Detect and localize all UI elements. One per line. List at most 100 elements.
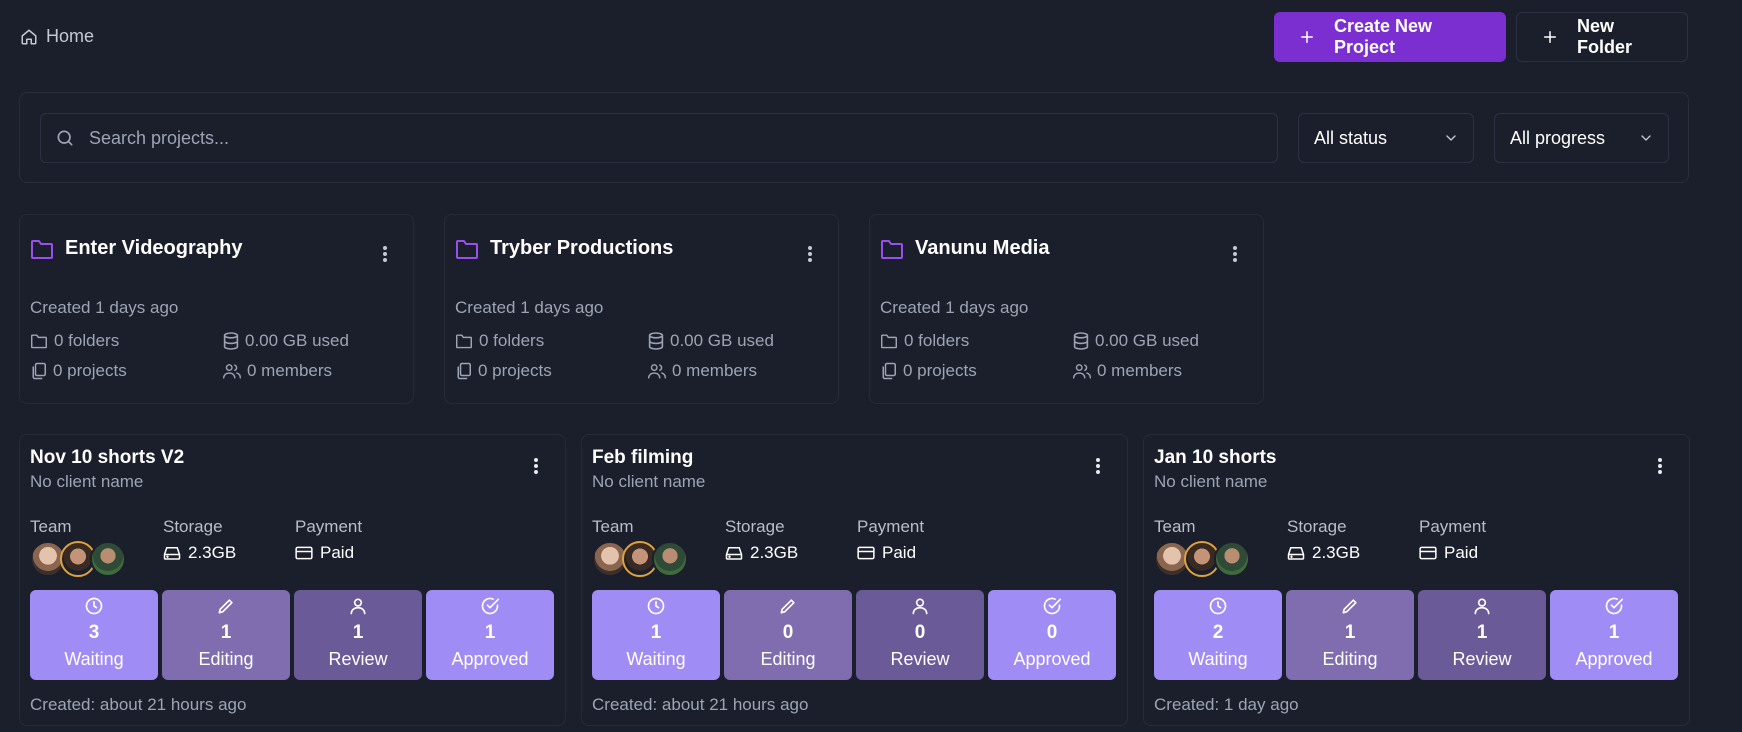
folder-icon [455, 238, 479, 260]
projects-stat: 0 projects [30, 361, 127, 381]
storage-stat: 0.00 GB used [1073, 331, 1199, 351]
avatar [90, 541, 126, 577]
search-icon [55, 128, 75, 148]
status-tile-editing[interactable]: 0 Editing [724, 590, 852, 680]
folder-icon [30, 238, 54, 260]
check-circle-icon [1042, 596, 1062, 616]
new-folder-button[interactable]: New Folder [1516, 12, 1688, 62]
project-title: Nov 10 shorts V2 [30, 447, 185, 468]
more-options-icon[interactable] [382, 245, 388, 263]
clock-icon [646, 596, 666, 616]
status-tile-review[interactable]: 1 Review [294, 590, 422, 680]
projects-stat: 0 projects [880, 361, 977, 381]
team-label: Team [1154, 517, 1196, 536]
status-tile-approved[interactable]: 1 Approved [1550, 590, 1678, 680]
check-circle-icon [480, 596, 500, 616]
payment-status-text: Paid [882, 543, 917, 562]
folder-outline-icon [455, 333, 473, 349]
tile-count: 2 [1212, 622, 1224, 643]
team-avatars[interactable] [1154, 541, 1254, 581]
storage-value-text: 2.3GB [1312, 543, 1361, 562]
folder-card[interactable]: Vanunu Media Created 1 days ago 0 folder… [869, 214, 1264, 404]
status-tile-waiting[interactable]: 3 Waiting [30, 590, 158, 680]
more-options-icon[interactable] [807, 245, 813, 263]
status-tile-approved[interactable]: 1 Approved [426, 590, 554, 680]
tile-label: Waiting [1188, 649, 1248, 669]
search-box[interactable] [40, 113, 1278, 163]
create-new-project-button[interactable]: Create New Project [1274, 12, 1506, 62]
folder-count-stat: 0 folders [880, 331, 969, 351]
filter-panel: All status All progress [19, 92, 1689, 183]
database-icon [1073, 332, 1089, 350]
pencil-icon [1340, 596, 1360, 616]
users-icon [223, 363, 241, 379]
project-title: Feb filming [592, 447, 694, 468]
tile-label: Review [1452, 649, 1512, 669]
user-icon [1472, 596, 1492, 616]
folder-card[interactable]: Enter Videography Created 1 days ago 0 f… [19, 214, 414, 404]
status-tile-review[interactable]: 0 Review [856, 590, 984, 680]
tile-label: Editing [1322, 649, 1378, 669]
database-icon [648, 332, 664, 350]
credit-card-icon [295, 546, 313, 560]
members-count-text: 0 members [1097, 361, 1183, 380]
credit-card-icon [1419, 546, 1437, 560]
payment-status-text: Paid [320, 543, 355, 562]
payment-label: Payment [295, 517, 363, 536]
project-card[interactable]: Jan 10 shorts No client name Team Storag… [1143, 434, 1690, 726]
storage-stat: 0.00 GB used [223, 331, 349, 351]
tile-label: Editing [760, 649, 816, 669]
status-tile-editing[interactable]: 1 Editing [162, 590, 290, 680]
project-card[interactable]: Feb filming No client name Team Storage … [581, 434, 1128, 726]
project-created: Created: 1 day ago [1154, 695, 1299, 714]
avatar [1214, 541, 1250, 577]
tile-label: Review [890, 649, 950, 669]
project-title: Jan 10 shorts [1154, 447, 1277, 468]
copy-icon [30, 362, 47, 380]
folder-title: Vanunu Media [915, 237, 1050, 259]
storage-value: 2.3GB [725, 543, 798, 563]
folder-outline-icon [30, 333, 48, 349]
projects-count-text: 0 projects [903, 361, 977, 380]
check-circle-icon [1604, 596, 1624, 616]
users-icon [648, 363, 666, 379]
breadcrumb[interactable]: Home [20, 26, 94, 47]
folder-card[interactable]: Tryber Productions Created 1 days ago 0 … [444, 214, 839, 404]
status-tile-approved[interactable]: 0 Approved [988, 590, 1116, 680]
tile-label: Editing [198, 649, 254, 669]
storage-used-text: 0.00 GB used [670, 331, 774, 350]
storage-value-text: 2.3GB [188, 543, 237, 562]
more-options-icon[interactable] [533, 457, 539, 475]
status-tile-waiting[interactable]: 1 Waiting [592, 590, 720, 680]
storage-used-text: 0.00 GB used [245, 331, 349, 350]
team-avatars[interactable] [30, 541, 130, 581]
team-avatars[interactable] [592, 541, 692, 581]
status-tile-waiting[interactable]: 2 Waiting [1154, 590, 1282, 680]
folder-count-text: 0 folders [479, 331, 545, 350]
storage-value-text: 2.3GB [750, 543, 799, 562]
users-icon [1073, 363, 1091, 379]
projects-stat: 0 projects [455, 361, 552, 381]
payment-value: Paid [295, 543, 354, 563]
more-options-icon[interactable] [1232, 245, 1238, 263]
folder-created: Created 1 days ago [455, 298, 604, 317]
tile-count: 1 [1344, 622, 1356, 643]
more-options-icon[interactable] [1095, 457, 1101, 475]
status-tile-review[interactable]: 1 Review [1418, 590, 1546, 680]
search-input[interactable] [89, 127, 1239, 149]
clock-icon [1208, 596, 1228, 616]
storage-used-text: 0.00 GB used [1095, 331, 1199, 350]
project-card[interactable]: Nov 10 shorts V2 No client name Team Sto… [19, 434, 566, 726]
more-options-icon[interactable] [1657, 457, 1663, 475]
tile-label: Waiting [626, 649, 686, 669]
breadcrumb-home-label: Home [46, 26, 95, 46]
payment-value: Paid [857, 543, 916, 563]
status-filter-select[interactable]: All status [1298, 113, 1474, 163]
projects-count-text: 0 projects [478, 361, 552, 380]
tile-count: 0 [782, 622, 794, 643]
hard-drive-icon [725, 545, 743, 561]
user-icon [910, 596, 930, 616]
status-tile-editing[interactable]: 1 Editing [1286, 590, 1414, 680]
progress-filter-select[interactable]: All progress [1494, 113, 1669, 163]
tile-count: 1 [650, 622, 662, 643]
